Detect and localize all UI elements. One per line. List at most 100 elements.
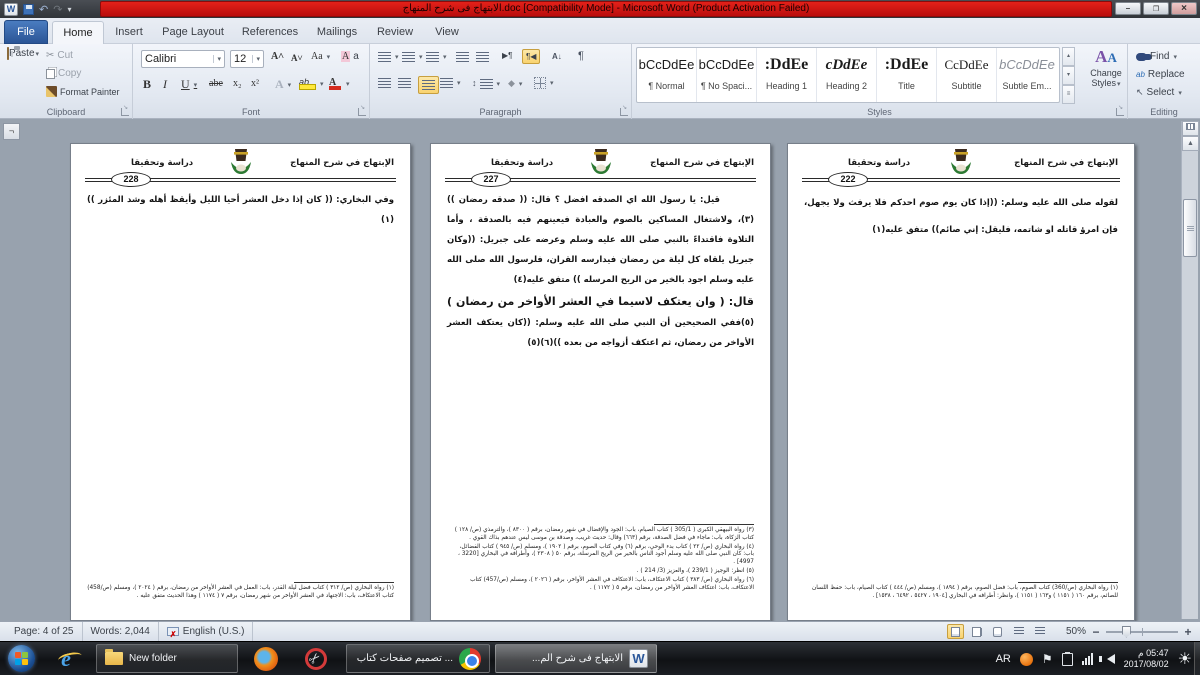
view-outline[interactable] [1010, 624, 1027, 639]
body-paragraph[interactable]: قيل: يا رسول الله اي الصدقه افضل ؟ قال: … [447, 190, 754, 290]
tab-insert[interactable]: Insert [106, 21, 152, 44]
underline-button[interactable]: U [181, 77, 197, 92]
scrollbar-thumb[interactable] [1183, 199, 1197, 257]
gallery-more-icon[interactable]: ≡ [1062, 85, 1075, 104]
style-heading2[interactable]: cDdEe Heading 2 [817, 48, 877, 102]
page-222[interactable]: الإبتهاج في شرح المنهاج دراسة وتحقيقا 22… [787, 143, 1135, 621]
footnote[interactable]: (٤) رواه البخاري (ص/ ٢٢ ) كتاب بدء الوحي… [447, 544, 754, 567]
zoom-slider-handle[interactable] [1122, 626, 1131, 638]
word-count[interactable]: Words: 2,044 [83, 622, 159, 641]
network-icon[interactable] [1082, 653, 1093, 665]
left-to-right-button[interactable]: ▶¶ [502, 51, 512, 60]
strikethrough-button[interactable]: abe [209, 78, 223, 89]
numbering-button[interactable] [402, 52, 423, 62]
zoom-slider[interactable] [1106, 631, 1178, 633]
close-button[interactable] [1171, 2, 1197, 15]
tab-view[interactable]: View [424, 21, 470, 44]
cut-button[interactable]: Cut [46, 50, 73, 61]
volume-icon[interactable] [1102, 654, 1115, 664]
page-body[interactable]: قيل: يا رسول الله اي الصدقه افضل ؟ قال: … [447, 190, 754, 353]
font-size-combo[interactable]: 12 [230, 50, 264, 68]
style-subtitle[interactable]: CcDdEe Subtitle [937, 48, 997, 102]
taskbar-chrome-window[interactable]: ... تصميم صفحات كتاب [346, 644, 490, 673]
justify-button[interactable] [440, 78, 461, 88]
taskbar-word-window[interactable]: W الابتهاج فى شرح الم... [495, 644, 657, 673]
ruler-toggle-button[interactable] [1182, 121, 1199, 136]
body-paragraph-interjection[interactable]: قال: ( وان يعتكف لاسيما في العشر الأواخر… [447, 292, 754, 353]
footnote[interactable]: (٣) رواه البيهقي الكبرى ( 305/1 ) كتاب ا… [447, 527, 754, 543]
proofing-status[interactable]: English (U.S.) [159, 622, 254, 641]
tab-references[interactable]: References [234, 21, 306, 44]
text-effects-button[interactable]: A [275, 77, 291, 92]
restore-button[interactable] [1143, 2, 1169, 15]
zoom-out-button[interactable]: − [1090, 625, 1102, 639]
footnote[interactable]: (٦) رواه البخاري (ص/ ٣٨٣ ) كتاب الاعتكاف… [447, 577, 754, 593]
vertical-scrollbar[interactable]: ▲ [1181, 121, 1198, 619]
paste-button[interactable]: Paste [5, 48, 41, 110]
minimize-button[interactable] [1115, 2, 1141, 15]
page-body[interactable]: لقوله صلى الله عليه وسلم: ((إذا كان يوم … [804, 190, 1118, 244]
view-web-layout[interactable] [989, 624, 1006, 639]
multilevel-list-button[interactable] [426, 52, 447, 62]
right-to-left-button[interactable]: ¶◀ [522, 49, 540, 64]
page-227[interactable]: الإبتهاج في شرح المنهاج دراسة وتحقيقا 22… [430, 143, 771, 621]
taskbar-new-folder[interactable]: New folder [96, 644, 238, 673]
change-styles-button[interactable]: AA Change Styles [1082, 47, 1130, 105]
style-no-spacing[interactable]: bCcDdEe ¶ No Spaci... [697, 48, 757, 102]
style-subtle-emphasis[interactable]: bCcDdEe Subtle Em... [997, 48, 1057, 102]
footnotes[interactable]: (١) رواه البخاري (ص/360) كتاب الصوم، باب… [804, 582, 1118, 602]
action-center-icon[interactable] [1042, 652, 1053, 666]
clock[interactable]: 05:47 م 2017/08/02 [1124, 648, 1169, 670]
footnote[interactable]: (١) رواه البخاري (ص/ ٣١٢ ) كتاب فضل ليلة… [87, 585, 394, 601]
tab-stop-selector[interactable]: ¬ [3, 123, 20, 140]
superscript-button[interactable]: x² [251, 78, 259, 89]
tab-file[interactable]: File [4, 20, 48, 44]
paragraph-dialog-launcher[interactable] [620, 108, 628, 116]
style-normal[interactable]: bCcDdEe ¶ Normal [637, 48, 697, 102]
language-switcher[interactable]: AR [996, 653, 1011, 665]
replace-button[interactable]: Replace [1136, 69, 1185, 80]
increase-indent-button[interactable] [476, 52, 489, 62]
clipboard-dialog-launcher[interactable] [121, 108, 129, 116]
scroll-up-button[interactable]: ▲ [1182, 136, 1199, 151]
font-dialog-launcher[interactable] [358, 108, 366, 116]
redo-icon[interactable] [53, 3, 62, 16]
snipping-tool-icon[interactable] [296, 646, 336, 672]
start-button[interactable] [8, 645, 35, 672]
undo-icon[interactable] [39, 3, 48, 16]
footnotes[interactable]: (١) رواه البخاري (ص/ ٣١٢ ) كتاب فضل ليلة… [87, 582, 394, 602]
subscript-button[interactable]: x₂ [233, 78, 242, 89]
grow-font-button[interactable]: A˄ [271, 51, 284, 62]
page-body[interactable]: وفي البخاري: (( كان إذا دخل العشر أحيا ا… [87, 190, 394, 230]
change-case-button[interactable]: Aa [311, 51, 330, 62]
copy-button[interactable]: Copy [46, 68, 81, 79]
tab-page-layout[interactable]: Page Layout [154, 21, 232, 44]
decrease-indent-button[interactable] [456, 52, 469, 62]
footnote[interactable]: (٥) انظر: الوجيز ( 239/1 )، والعزيز (3/ … [447, 568, 754, 576]
brightness-icon[interactable] [1178, 649, 1192, 669]
save-icon[interactable] [23, 4, 34, 15]
show-marks-button[interactable] [578, 50, 584, 62]
firefox-icon[interactable] [246, 646, 286, 672]
line-spacing-button[interactable] [472, 78, 500, 89]
format-painter-button[interactable]: Format Painter [46, 86, 120, 97]
page-indicator[interactable]: Page: 4 of 25 [6, 622, 83, 641]
gallery-up-icon[interactable]: ▴ [1062, 47, 1075, 66]
clipboard-tray-icon[interactable] [1062, 653, 1073, 666]
highlight-color-button[interactable]: ab [299, 77, 324, 90]
font-family-combo[interactable]: Calibri [141, 50, 225, 68]
zoom-in-button[interactable]: + [1182, 625, 1194, 639]
view-print-layout[interactable] [947, 624, 964, 639]
style-heading1[interactable]: :DdEe Heading 1 [757, 48, 817, 102]
qat-customize-icon[interactable] [67, 3, 71, 15]
shrink-font-button[interactable]: A˅ [291, 53, 303, 63]
internet-explorer-icon[interactable]: e [46, 646, 86, 672]
tab-review[interactable]: Review [368, 21, 422, 44]
tab-home[interactable]: Home [52, 21, 104, 44]
font-color-button[interactable]: A [329, 77, 350, 90]
sort-button[interactable] [552, 51, 562, 62]
align-center-button[interactable] [398, 78, 411, 88]
clear-formatting-button[interactable]: Aa [341, 51, 359, 62]
view-draft[interactable] [1031, 624, 1048, 639]
shading-button[interactable] [508, 78, 522, 89]
